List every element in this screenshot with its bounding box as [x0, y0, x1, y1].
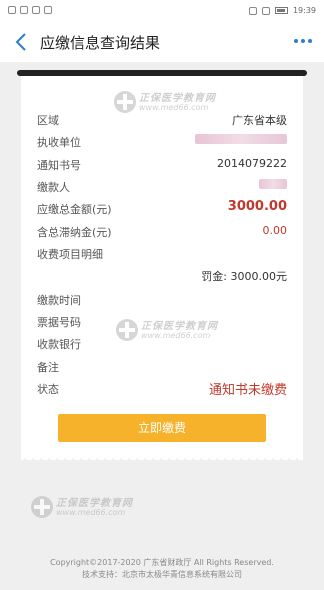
watermark-url: www.med66.com — [139, 103, 209, 112]
watermark-url: www.med66.com — [141, 331, 211, 340]
status-time: 19:39 — [292, 6, 316, 15]
row-total-amount: 应缴总金额(元) 3000.00 — [37, 199, 287, 217]
blurred-value — [259, 179, 287, 189]
status-bar: 19:39 — [0, 0, 324, 22]
row-label: 缴款人 — [37, 181, 70, 194]
status-icons-left — [8, 6, 52, 14]
row-label: 应缴总金额(元) — [37, 203, 112, 216]
row-label: 区域 — [37, 114, 59, 127]
alarm-icon — [248, 6, 257, 15]
row-late-fee: 含总滞纳金(元) 0.00 — [37, 222, 287, 240]
more-button[interactable] — [292, 30, 314, 52]
back-button[interactable] — [10, 30, 34, 54]
blurred-value — [195, 134, 287, 144]
watermark-text: 正保医学教育网 — [141, 321, 218, 332]
row-notice-number: 通知书号 2014079222 — [37, 155, 287, 173]
receipt-torn-edge — [21, 454, 303, 460]
more-icon — [294, 39, 312, 43]
footer-support: 技术支持：北京市太极华青信息系统有限公司 — [82, 570, 242, 579]
row-label: 备注 — [37, 361, 59, 374]
footer-copyright: Copyright©2017-2020 广东省财政厅 All Rights Re… — [50, 558, 274, 567]
chevron-left-icon — [15, 33, 26, 51]
row-remark: 备注 — [37, 357, 287, 375]
notification-icon — [8, 6, 16, 14]
notification-icon — [32, 6, 40, 14]
row-label: 收费项目明细 — [37, 248, 103, 261]
fine-detail: 罚金: 3000.00元 — [201, 270, 287, 283]
battery-icon — [274, 7, 288, 14]
row-label: 通知书号 — [37, 159, 81, 172]
row-collecting-unit: 执收单位 — [37, 132, 287, 150]
row-label: 收款银行 — [37, 338, 81, 351]
row-status: 状态 通知书未缴费 — [37, 379, 287, 398]
region-value: 广东省本级 — [232, 114, 287, 127]
row-fee-details: 收费项目明细 — [37, 244, 287, 262]
watermark: 正保医学教育网 www.med66.com — [115, 316, 235, 346]
total-amount-value: 3000.00 — [227, 199, 287, 214]
watermark: 正保医学教育网 www.med66.com — [30, 493, 150, 523]
late-fee-value: 0.00 — [262, 224, 288, 237]
notification-icon — [20, 6, 28, 14]
row-label: 状态 — [37, 383, 59, 396]
notification-icon — [44, 6, 52, 14]
row-label: 票据号码 — [37, 316, 81, 329]
watermark-url: www.med66.com — [56, 508, 126, 517]
page-title: 应缴信息查询结果 — [40, 34, 161, 52]
status-icons-right: 19:39 — [248, 6, 316, 15]
row-payment-time: 缴款时间 — [37, 290, 287, 308]
watermark-text: 正保医学教育网 — [56, 498, 133, 509]
watermark: 正保医学教育网 www.med66.com — [113, 88, 233, 118]
pay-now-button[interactable]: 立即缴费 — [58, 414, 266, 442]
notice-number-value: 2014079222 — [217, 157, 287, 170]
nav-bar: 应缴信息查询结果 — [0, 22, 324, 62]
signal-icon — [261, 6, 270, 15]
row-payer: 缴款人 — [37, 177, 287, 195]
row-label: 执收单位 — [37, 136, 81, 149]
row-label: 缴款时间 — [37, 294, 81, 307]
status-value: 通知书未缴费 — [208, 383, 287, 398]
watermark-text: 正保医学教育网 — [139, 93, 216, 104]
row-label: 含总滞纳金(元) — [37, 226, 112, 239]
